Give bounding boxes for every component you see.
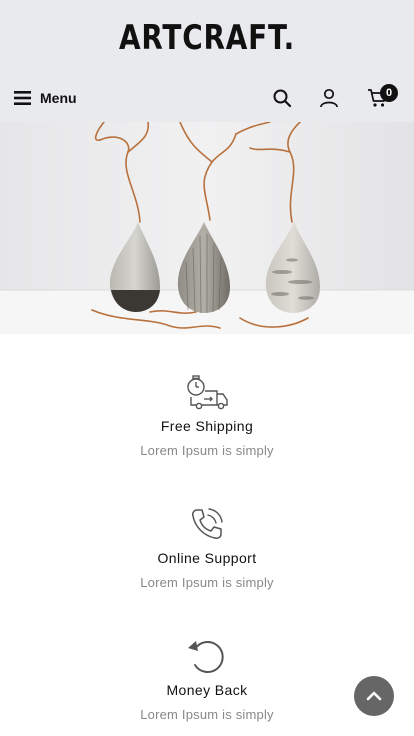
delivery-truck-icon xyxy=(187,375,228,410)
feature-title: Online Support xyxy=(157,550,257,566)
chevron-up-icon xyxy=(366,691,382,701)
hero-banner[interactable] xyxy=(0,122,414,334)
back-to-top-button[interactable] xyxy=(354,676,394,716)
hamburger-icon xyxy=(14,91,31,105)
feature-free-shipping: Free Shipping Lorem Ipsum is simply xyxy=(0,374,414,458)
cart-button[interactable]: 0 xyxy=(367,84,398,108)
site-header: ARTCRAFT. Menu 0 xyxy=(0,0,414,122)
menu-button[interactable]: Menu xyxy=(14,90,77,106)
hero-image xyxy=(0,122,414,334)
user-icon xyxy=(320,88,338,108)
feature-money-back: Money Back Lorem Ipsum is simply xyxy=(0,638,414,722)
menu-label: Menu xyxy=(40,90,77,106)
site-logo[interactable]: ARTCRAFT. xyxy=(37,18,376,58)
feature-description: Lorem Ipsum is simply xyxy=(140,575,274,590)
feature-description: Lorem Ipsum is simply xyxy=(140,707,274,722)
search-icon xyxy=(273,89,292,108)
feature-title: Money Back xyxy=(166,682,248,698)
phone-icon xyxy=(192,508,223,539)
nav-bar: Menu 0 xyxy=(0,84,414,116)
feature-online-support: Online Support Lorem Ipsum is simply xyxy=(0,506,414,590)
cart-count-badge: 0 xyxy=(380,84,398,102)
feature-title: Free Shipping xyxy=(160,418,254,434)
search-button[interactable] xyxy=(272,88,292,108)
feature-description: Lorem Ipsum is simply xyxy=(140,443,274,458)
refund-arrow-icon xyxy=(188,641,224,673)
account-button[interactable] xyxy=(319,88,339,108)
